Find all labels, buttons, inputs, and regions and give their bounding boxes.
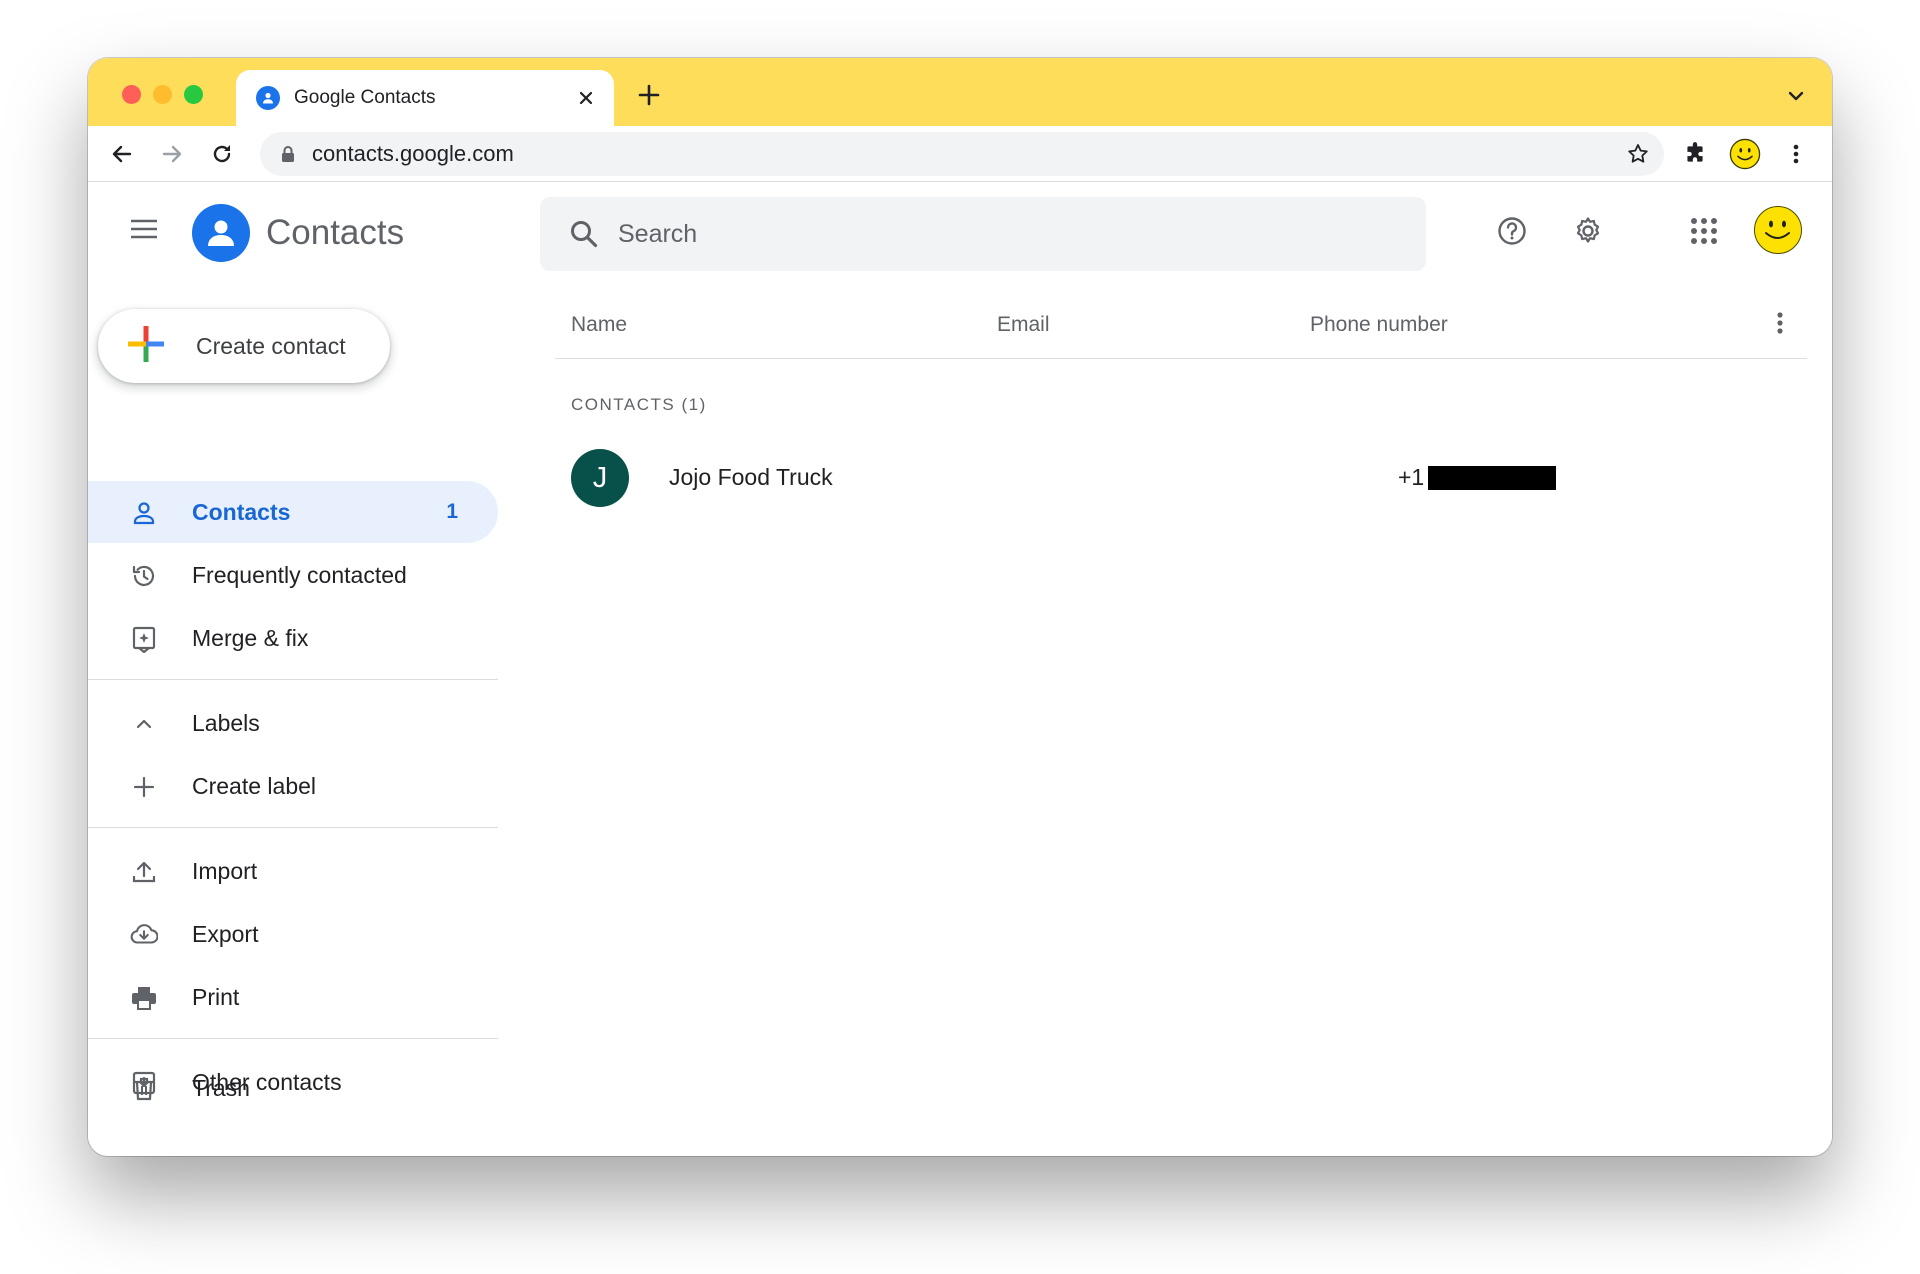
sidebar-item-label: Import	[192, 857, 258, 884]
contacts-group-label: CONTACTS (1)	[571, 395, 707, 414]
trash-icon	[130, 1075, 158, 1103]
main-menu-hamburger-icon[interactable]	[128, 213, 160, 245]
profile-smiley-icon[interactable]	[1729, 138, 1761, 170]
column-header-email[interactable]: Email	[997, 313, 1050, 337]
search-icon	[568, 218, 600, 250]
sidebar-item-label: Frequently contacted	[192, 561, 407, 588]
column-options-kebab-icon[interactable]	[1768, 307, 1792, 339]
redaction-bar	[1428, 466, 1556, 490]
create-contact-button[interactable]: Create contact	[98, 309, 390, 383]
sidebar-item-create-label[interactable]: Create label	[88, 755, 498, 817]
contact-name: Jojo Food Truck	[669, 464, 833, 490]
settings-gear-icon[interactable]	[1568, 211, 1608, 251]
sidebar-item-label: Export	[192, 920, 259, 947]
contacts-favicon-icon	[256, 86, 280, 110]
zoom-window-button[interactable]	[184, 85, 203, 104]
tab-title: Google Contacts	[294, 87, 436, 108]
back-arrow-icon[interactable]	[106, 138, 138, 170]
sidebar-item-label: Create label	[192, 772, 317, 799]
sidebar-item-print[interactable]: Print	[88, 966, 498, 1028]
search-bar[interactable]	[540, 197, 1426, 271]
contacts-logo-icon	[192, 204, 250, 262]
reload-icon[interactable]	[206, 138, 238, 170]
browser-toolbar: contacts.google.com	[88, 126, 1832, 182]
sidebar-item-trash[interactable]: Trash	[88, 1057, 498, 1119]
person-icon	[130, 499, 158, 527]
contact-phone: +1	[1398, 464, 1425, 490]
table-header-divider	[555, 358, 1807, 359]
merge-icon	[130, 625, 158, 653]
sidebar-divider	[88, 1038, 498, 1039]
search-input[interactable]	[618, 219, 1378, 249]
contact-avatar: J	[571, 449, 629, 507]
sidebar-divider	[88, 679, 498, 680]
browser-window: Google Contacts contacts.google.com Cont…	[88, 58, 1832, 1156]
sidebar-labels-toggle[interactable]: Labels	[88, 692, 498, 754]
new-tab-icon[interactable]	[634, 80, 664, 110]
upload-icon	[130, 858, 158, 886]
colored-plus-icon	[126, 324, 166, 369]
contacts-count-badge: 1	[446, 500, 458, 523]
lock-icon	[280, 145, 296, 163]
account-avatar[interactable]	[1754, 206, 1802, 254]
extensions-puzzle-icon[interactable]	[1679, 138, 1711, 170]
browser-menu-kebab-icon[interactable]	[1780, 138, 1812, 170]
sidebar-item-import[interactable]: Import	[88, 840, 498, 902]
tab-search-chevron-icon[interactable]	[1784, 84, 1808, 108]
app-title: Contacts	[266, 213, 405, 252]
sidebar-item-label: Trash	[192, 1074, 250, 1101]
sidebar-item-label: Contacts	[192, 498, 291, 525]
sidebar-item-merge-fix[interactable]: Merge & fix	[88, 607, 498, 669]
minimize-window-button[interactable]	[153, 85, 172, 104]
chevron-up-icon	[130, 710, 158, 738]
close-tab-icon[interactable]	[574, 86, 598, 110]
create-contact-label: Create contact	[196, 332, 346, 359]
sidebar-item-frequently-contacted[interactable]: Frequently contacted	[88, 544, 498, 606]
sidebar-divider	[88, 827, 498, 828]
table-row[interactable]: J Jojo Food Truck +1	[555, 441, 1807, 515]
column-header-name[interactable]: Name	[571, 313, 627, 337]
apps-grid-icon[interactable]	[1684, 211, 1724, 251]
bookmark-star-icon[interactable]	[1626, 142, 1650, 171]
sidebar-item-label: Merge & fix	[192, 624, 309, 651]
url-text: contacts.google.com	[312, 141, 514, 166]
browser-tab[interactable]: Google Contacts	[236, 70, 614, 126]
history-icon	[130, 562, 158, 590]
address-bar[interactable]: contacts.google.com	[260, 132, 1664, 176]
sidebar-item-label: Labels	[192, 709, 260, 736]
sidebar-item-label: Print	[192, 983, 240, 1010]
help-icon[interactable]	[1492, 211, 1532, 251]
plus-icon	[130, 773, 158, 801]
sidebar-item-contacts[interactable]: Contacts 1	[88, 481, 498, 543]
column-header-phone[interactable]: Phone number	[1310, 313, 1448, 337]
sidebar-item-export[interactable]: Export	[88, 903, 498, 965]
close-window-button[interactable]	[122, 85, 141, 104]
tab-strip: Google Contacts	[88, 58, 1832, 126]
contacts-app: Contacts Create contact	[88, 183, 1832, 1156]
forward-arrow-icon[interactable]	[156, 138, 188, 170]
cloud-download-icon	[130, 921, 158, 949]
printer-icon	[130, 984, 158, 1012]
